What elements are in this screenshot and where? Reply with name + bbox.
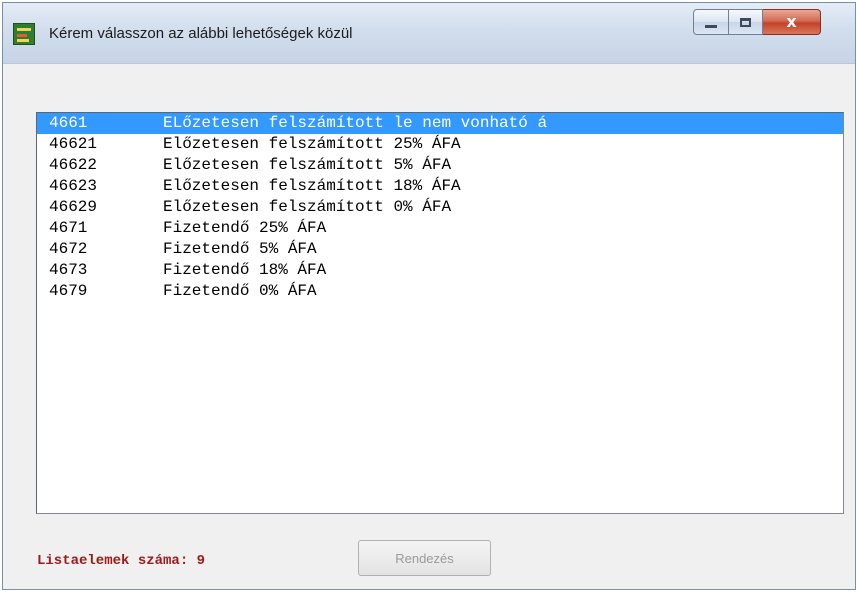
item-count-label: Listaelemek száma: 9 xyxy=(37,553,206,569)
sort-button[interactable]: Rendezés xyxy=(358,540,491,576)
list-item[interactable]: 4673 Fizetendő 18% ÁFA xyxy=(37,260,843,281)
list-item-code: 46629 xyxy=(49,198,98,216)
list-item-code: 4661 xyxy=(49,114,88,132)
list-item-description: Előzetesen felszámított 0% ÁFA xyxy=(163,198,452,216)
close-icon: x xyxy=(786,12,797,31)
list-item[interactable]: 46629 Előzetesen felszámított 0% ÁFA xyxy=(37,197,843,218)
list-item[interactable]: 4671 Fizetendő 25% ÁFA xyxy=(37,218,843,239)
minimize-button[interactable] xyxy=(693,9,729,35)
close-button[interactable]: x xyxy=(763,9,821,35)
list-item-description: Fizetendő 25% ÁFA xyxy=(163,219,327,237)
list-item[interactable]: 4661 ELőzetesen felszámított le nem vonha… xyxy=(37,113,843,134)
list-item[interactable]: 46621 Előzetesen felszámított 25% ÁFA xyxy=(37,134,843,155)
list-item-description: Előzetesen felszámított 5% ÁFA xyxy=(163,156,452,174)
list-item[interactable]: 4679 Fizetendő 0% ÁFA xyxy=(37,281,843,302)
list-item-description: Előzetesen felszámított 25% ÁFA xyxy=(163,135,461,153)
list-item[interactable]: 46622 Előzetesen felszámított 5% ÁFA xyxy=(37,155,843,176)
list-item-code: 46622 xyxy=(49,156,98,174)
list-item-description: Fizetendő 18% ÁFA xyxy=(163,261,327,279)
list-item-code: 4672 xyxy=(49,240,88,258)
list-item-code: 4673 xyxy=(49,261,88,279)
title-bar[interactable]: Kérem válasszon az alábbi lehetőségek kö… xyxy=(3,3,855,64)
list-item[interactable]: 4672 Fizetendő 5% ÁFA xyxy=(37,239,843,260)
minimize-icon xyxy=(705,24,717,28)
app-icon[interactable] xyxy=(13,23,35,45)
list-item-code: 46621 xyxy=(49,135,98,153)
maximize-icon xyxy=(740,17,751,27)
list-item-description: ELőzetesen felszámított le nem vonható á xyxy=(163,114,548,132)
list-item-code: 4671 xyxy=(49,219,88,237)
list-item-description: Előzetesen felszámított 18% ÁFA xyxy=(163,177,461,195)
list-item-description: Fizetendő 0% ÁFA xyxy=(163,282,317,300)
list-item[interactable]: 46623 Előzetesen felszámított 18% ÁFA xyxy=(37,176,843,197)
dialog-window: Kérem válasszon az alábbi lehetőségek kö… xyxy=(2,2,856,590)
maximize-button[interactable] xyxy=(729,9,763,35)
window-title: Kérem válasszon az alábbi lehetőségek kö… xyxy=(49,25,353,42)
options-listbox[interactable]: 4661 ELőzetesen felszámított le nem vonha… xyxy=(36,112,844,514)
list-item-description: Fizetendő 5% ÁFA xyxy=(163,240,317,258)
list-item-code: 46623 xyxy=(49,177,98,195)
list-item-code: 4679 xyxy=(49,282,88,300)
